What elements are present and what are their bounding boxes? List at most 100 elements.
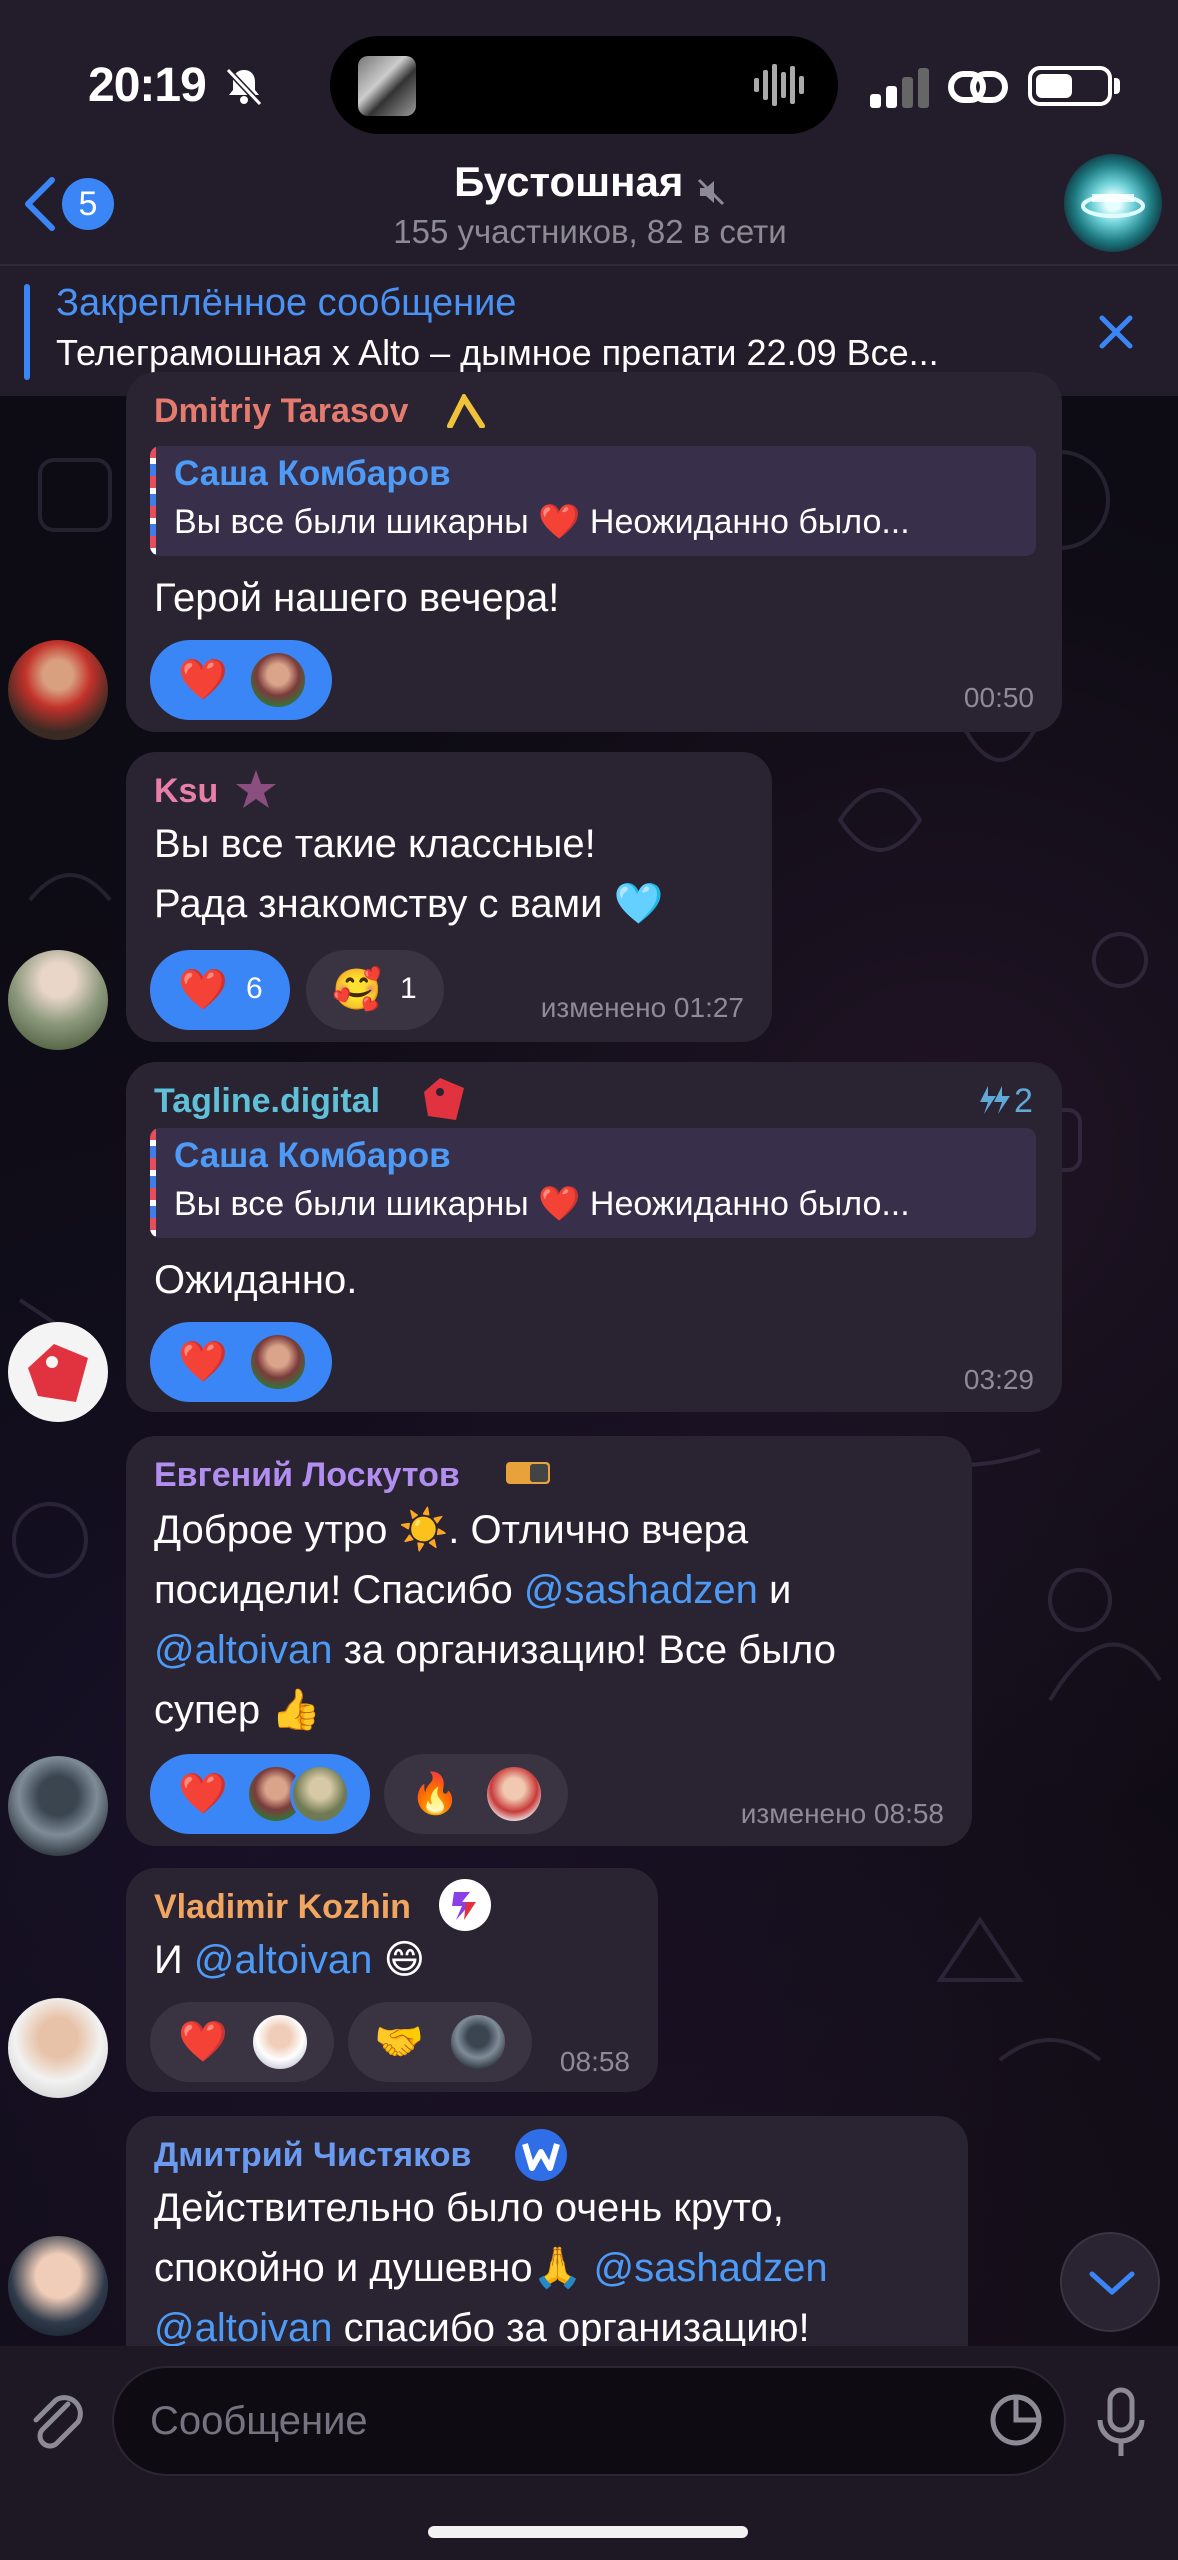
reply-quote[interactable]: Саша Комбаров Вы все были шикарны ❤️ Нео…: [150, 446, 1036, 556]
message-text: супер 👍: [154, 1688, 322, 1732]
bell-muted-icon: [225, 67, 263, 106]
w-badge-icon: [515, 2129, 567, 2181]
message-sender[interactable]: Vladimir Kozhin: [154, 1888, 411, 1927]
pinned-indicator: [24, 284, 30, 380]
message-text: спокойно и душевно🙏 @sashadzen: [154, 2246, 828, 2290]
reaction-heart[interactable]: ❤️: [150, 2002, 334, 2082]
message-sender[interactable]: Дмитрий Чистяков: [154, 2136, 471, 2175]
dynamic-island: [330, 36, 838, 134]
heart-emoji: ❤️: [178, 968, 228, 1012]
tag-logo-icon: [28, 1344, 88, 1402]
message-text: посидели! Спасибо @sashadzen и: [154, 1568, 792, 1612]
reactor-avatar: [290, 1764, 350, 1824]
brand-badge-icon: [439, 1879, 491, 1931]
heart-emoji: ❤️: [178, 1772, 228, 1816]
avatar[interactable]: [8, 1998, 108, 2098]
boost-icon: [980, 1086, 1010, 1114]
message-text: Доброе утро ☀️. Отлично вчера: [154, 1508, 749, 1552]
message-bubble[interactable]: Евгений Лоскутов Доброе утро ☀️. Отлично…: [126, 1436, 972, 1846]
message-text: Ожиданно.: [154, 1258, 358, 1302]
message-text: Герой нашего вечера!: [154, 576, 560, 620]
reaction-smiling-hearts[interactable]: 🥰 1: [306, 950, 444, 1030]
group-avatar[interactable]: [1064, 154, 1162, 252]
message-text: Рада знакомству с вами 🩵: [154, 882, 664, 926]
status-time: 20:19: [88, 59, 207, 112]
mention-link[interactable]: @altoivan: [194, 1938, 372, 1982]
message-bubble[interactable]: Ksu Вы все такие классные! Рада знакомст…: [126, 752, 772, 1042]
handshake-emoji: 🤝: [374, 2020, 424, 2064]
avatar[interactable]: [8, 950, 108, 1050]
chat-info[interactable]: Бустошная 155 участников, 82 в сети: [280, 158, 900, 251]
reactor-avatar: [250, 2012, 310, 2072]
message-text: @altoivan за организацию! Все было: [154, 1628, 836, 1672]
avatar[interactable]: [8, 640, 108, 740]
reaction-heart[interactable]: ❤️: [150, 640, 332, 720]
message-time: изменено 01:27: [540, 992, 744, 1023]
message-bubble[interactable]: Дмитрий Чистяков Действительно было очен…: [126, 2116, 968, 2376]
reaction-count: 6: [246, 972, 263, 1005]
audio-wave-icon: [754, 64, 804, 106]
avatar[interactable]: [8, 1756, 108, 1856]
mention-link[interactable]: @altoivan: [154, 1628, 332, 1672]
chat-members-count: 155 участников, 82 в сети: [393, 212, 787, 250]
message-sender[interactable]: Dmitriy Tarasov: [154, 392, 408, 431]
reaction-heart[interactable]: ❤️ 6: [150, 950, 290, 1030]
unread-count-badge: 5: [62, 178, 114, 230]
cellular-signal-icon: [870, 68, 929, 108]
microphone-icon[interactable]: [1094, 2386, 1148, 2460]
lambda-badge-icon: [447, 394, 485, 428]
ticket-badge-icon: [506, 1462, 550, 1484]
mention-link[interactable]: @sashadzen: [524, 1568, 758, 1612]
fire-emoji: 🔥: [410, 1772, 460, 1816]
now-playing-artwork: [358, 56, 416, 116]
message-text: Действительно было очень круто,: [154, 2186, 784, 2230]
chat-header: 5 Бустошная 155 участников, 82 в сети: [0, 140, 1178, 264]
reply-text: Вы все были шикарны ❤️ Неожиданно было..…: [174, 503, 910, 541]
mention-link[interactable]: @sashadzen: [594, 2246, 828, 2290]
reaction-heart[interactable]: ❤️: [150, 1754, 370, 1834]
reply-quote[interactable]: Саша Комбаров Вы все были шикарны ❤️ Нео…: [150, 1128, 1036, 1238]
reactor-avatar: [248, 1332, 308, 1392]
muted-speaker-icon: [697, 178, 724, 205]
message-time: 00:50: [963, 682, 1034, 713]
reactor-avatar: [248, 650, 308, 710]
close-icon[interactable]: [1096, 312, 1136, 352]
scroll-to-bottom-button[interactable]: [1060, 2232, 1160, 2332]
personal-hotspot-icon: [948, 71, 1008, 103]
chevron-down-icon: [1089, 2271, 1135, 2295]
message-bubble[interactable]: Vladimir Kozhin И @altoivan 😄 ❤️ 🤝 08:58: [126, 1868, 658, 2092]
reply-sender: Саша Комбаров: [174, 1136, 451, 1175]
status-bar: 20:19: [0, 0, 1178, 160]
message-bubble[interactable]: Tagline.digital 2 Саша Комбаров Вы все б…: [126, 1062, 1062, 1412]
reaction-heart[interactable]: ❤️: [150, 1322, 332, 1402]
reply-sender: Саша Комбаров: [174, 454, 451, 493]
message-input[interactable]: [112, 2366, 1066, 2476]
message-text: Вы все такие классные!: [154, 822, 596, 866]
message-time: изменено 08:58: [740, 1798, 944, 1829]
reaction-handshake[interactable]: 🤝: [348, 2002, 532, 2082]
avatar[interactable]: [8, 2236, 108, 2336]
reply-text: Вы все были шикарны ❤️ Неожиданно было..…: [174, 1185, 910, 1223]
message-time: 03:29: [963, 1364, 1034, 1395]
message-sender[interactable]: Евгений Лоскутов: [154, 1456, 460, 1495]
star-badge-icon: [236, 770, 276, 808]
pinned-text: Телеграмошная x Alto – дымное препати 22…: [56, 332, 939, 373]
smiling-hearts-emoji: 🥰: [332, 968, 382, 1012]
reaction-count: 1: [400, 972, 417, 1005]
message-bubble[interactable]: Dmitriy Tarasov Саша Комбаров Вы все был…: [126, 372, 1062, 732]
back-button[interactable]: 5: [16, 172, 126, 236]
message-sender[interactable]: Ksu: [154, 772, 218, 811]
sticker-icon[interactable]: [988, 2392, 1044, 2448]
mention-link[interactable]: @altoivan: [154, 2306, 332, 2350]
reaction-fire[interactable]: 🔥: [384, 1754, 568, 1834]
message-time: 08:58: [559, 2046, 630, 2077]
chat-title: Бустошная: [454, 158, 684, 205]
chevron-left-icon: [25, 177, 55, 231]
pinned-label: Закреплённое сообщение: [56, 282, 517, 324]
avatar[interactable]: [8, 1322, 108, 1422]
tag-badge-icon: [424, 1078, 464, 1120]
message-sender[interactable]: Tagline.digital: [154, 1082, 380, 1121]
battery-icon: [1028, 66, 1112, 106]
paperclip-icon[interactable]: [28, 2390, 88, 2456]
reactor-avatar: [448, 2012, 508, 2072]
